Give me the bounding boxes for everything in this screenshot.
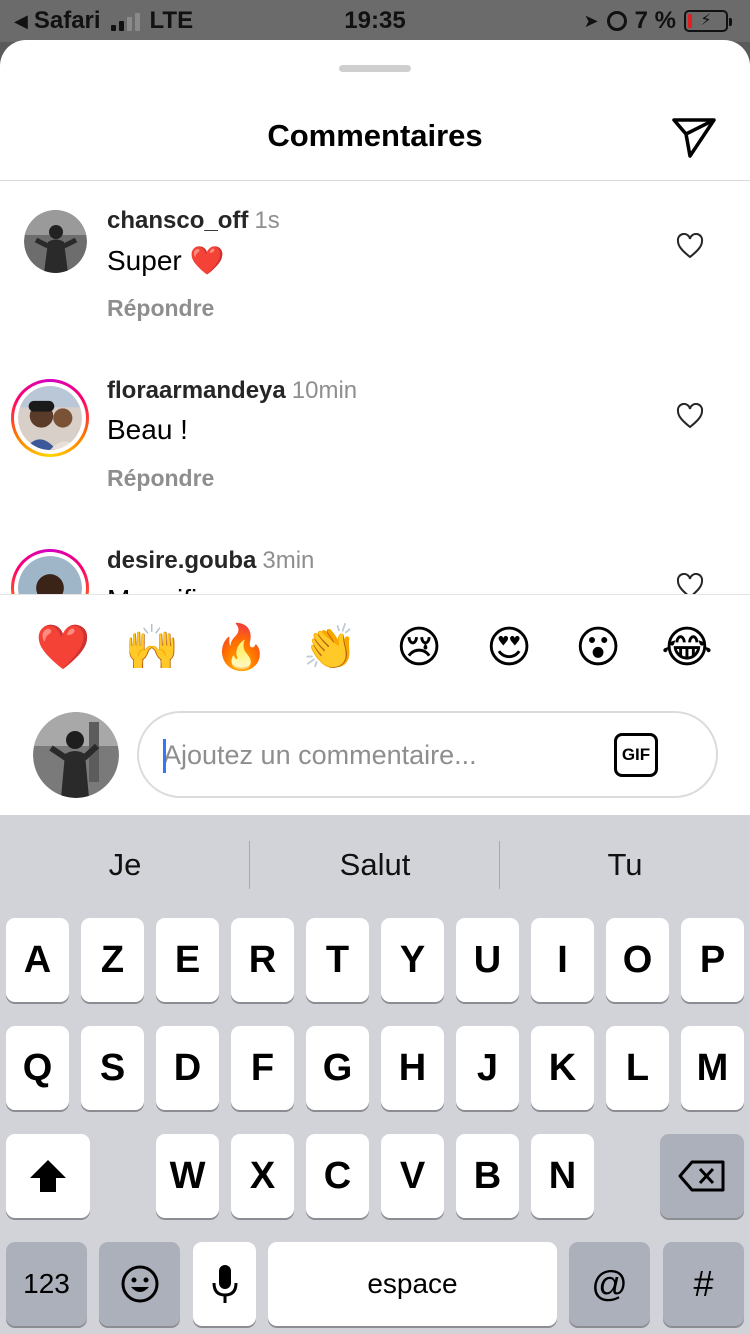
key-x[interactable]: X <box>231 1134 294 1218</box>
comment-header: desire.gouba 3min <box>107 547 314 575</box>
key-v[interactable]: V <box>381 1134 444 1218</box>
backspace-key[interactable] <box>660 1134 744 1218</box>
key-t[interactable]: T <box>306 918 369 1002</box>
at-key[interactable]: @ <box>569 1242 650 1326</box>
suggestion-2[interactable]: Salut <box>250 815 500 915</box>
reaction-fire-emoji[interactable]: 🔥 <box>213 620 269 676</box>
emoji-smiley-icon <box>121 1265 158 1303</box>
emoji-key[interactable] <box>99 1242 180 1326</box>
shift-key[interactable] <box>6 1134 90 1218</box>
key-e[interactable]: E <box>156 918 219 1002</box>
like-heart-icon[interactable] <box>676 573 704 594</box>
key-r[interactable]: R <box>231 918 294 1002</box>
gif-button[interactable]: GIF <box>614 733 658 777</box>
comment-item: desire.gouba3min Magnifique <box>0 521 750 594</box>
avatar-story-ring[interactable] <box>11 379 89 457</box>
screen: { "status_bar": { "back_app": "Safari", … <box>0 0 750 1334</box>
comment-text: Magnifique <box>107 584 244 594</box>
key-s[interactable]: S <box>81 1026 144 1110</box>
comment-text: Super ❤️ <box>107 245 225 276</box>
reaction-raised-hands-emoji[interactable]: 🙌 <box>124 620 180 676</box>
shift-arrow-icon <box>30 1160 66 1192</box>
key-g[interactable]: G <box>306 1026 369 1110</box>
key-d[interactable]: D <box>156 1026 219 1110</box>
reply-button[interactable]: Répondre <box>107 465 214 492</box>
key-y[interactable]: Y <box>381 918 444 1002</box>
status-bar: ◀ Safari LTE 19:35 ➤ 7 % ⚡ <box>0 0 750 42</box>
location-icon: ➤ <box>583 10 599 31</box>
orientation-lock-icon <box>606 11 627 31</box>
suggestion-3[interactable]: Tu <box>500 815 750 915</box>
comments-sheet: Commentaires chansco_off 1s Super ❤️ Répo… <box>0 40 750 816</box>
key-w[interactable]: W <box>156 1134 219 1218</box>
reaction-heart-emoji[interactable]: ❤️ <box>35 620 91 676</box>
microphone-icon <box>212 1265 237 1303</box>
reaction-laughing-emoji[interactable]: 😂 <box>659 620 715 676</box>
comment-username[interactable]: floraarmandeya <box>107 377 286 404</box>
comment-item: chansco_off 1s Super ❤️ Répondre <box>0 181 750 351</box>
reaction-crying-emoji[interactable]: 😢 <box>391 620 447 676</box>
reaction-clap-emoji[interactable]: 👏 <box>302 620 358 676</box>
comment-time: 1s <box>254 207 280 234</box>
hash-key[interactable]: # <box>663 1242 744 1326</box>
comment-input-container[interactable]: GIF <box>137 711 718 798</box>
backspace-icon <box>678 1160 725 1192</box>
comment-username[interactable]: chansco_off <box>107 207 248 234</box>
like-heart-icon[interactable] <box>676 403 704 429</box>
reactions-divider <box>0 594 750 595</box>
avatar <box>18 386 82 450</box>
comment-time: 10min <box>291 377 358 404</box>
key-l[interactable]: L <box>606 1026 669 1110</box>
key-h[interactable]: H <box>381 1026 444 1110</box>
key-n[interactable]: N <box>531 1134 594 1218</box>
keyboard: Je Salut Tu A Z E R T Y U I O P Q S D F … <box>0 815 750 1334</box>
like-heart-icon[interactable] <box>676 233 704 259</box>
reaction-heart-eyes-emoji[interactable]: 😍 <box>481 620 537 676</box>
sheet-title: Commentaires <box>267 118 483 153</box>
avatar <box>18 556 82 594</box>
key-f[interactable]: F <box>231 1026 294 1110</box>
key-c[interactable]: C <box>306 1134 369 1218</box>
text-caret <box>163 739 166 773</box>
key-o[interactable]: O <box>606 918 669 1002</box>
key-j[interactable]: J <box>456 1026 519 1110</box>
key-q[interactable]: Q <box>6 1026 69 1110</box>
key-b[interactable]: B <box>456 1134 519 1218</box>
key-k[interactable]: K <box>531 1026 594 1110</box>
key-u[interactable]: U <box>456 918 519 1002</box>
sheet-grabber[interactable] <box>339 65 411 72</box>
comment-header: floraarmandeya 10min <box>107 377 357 405</box>
comment-text: Beau ! <box>107 414 188 445</box>
battery-percent: 7 % <box>634 7 676 34</box>
comment-username[interactable]: desire.gouba <box>107 547 256 574</box>
numbers-key[interactable]: 123 <box>6 1242 87 1326</box>
comments-list[interactable]: chansco_off 1s Super ❤️ Répondre floraar… <box>0 181 750 594</box>
suggestion-1[interactable]: Je <box>0 815 250 915</box>
battery-icon: ⚡ <box>684 10 732 32</box>
key-a[interactable]: A <box>6 918 69 1002</box>
key-z[interactable]: Z <box>81 918 144 1002</box>
avatar[interactable] <box>24 210 87 273</box>
key-m[interactable]: M <box>681 1026 744 1110</box>
own-avatar <box>33 712 119 798</box>
comment-header: chansco_off 1s <box>107 207 280 235</box>
comment-time: 3min <box>262 547 315 574</box>
dictation-key[interactable] <box>193 1242 256 1326</box>
send-icon[interactable] <box>670 114 718 158</box>
comment-item: floraarmandeya 10min Beau ! Répondre <box>0 351 750 521</box>
key-i[interactable]: I <box>531 918 594 1002</box>
reaction-surprised-emoji[interactable]: 😮 <box>570 620 626 676</box>
space-key[interactable]: espace <box>268 1242 557 1326</box>
reply-button[interactable]: Répondre <box>107 295 214 322</box>
comment-input[interactable] <box>163 733 593 777</box>
avatar-story-ring[interactable] <box>11 549 89 594</box>
key-p[interactable]: P <box>681 918 744 1002</box>
quick-reactions-bar: ❤️ 🙌 🔥 👏 😢 😍 😮 😂 <box>0 620 750 680</box>
